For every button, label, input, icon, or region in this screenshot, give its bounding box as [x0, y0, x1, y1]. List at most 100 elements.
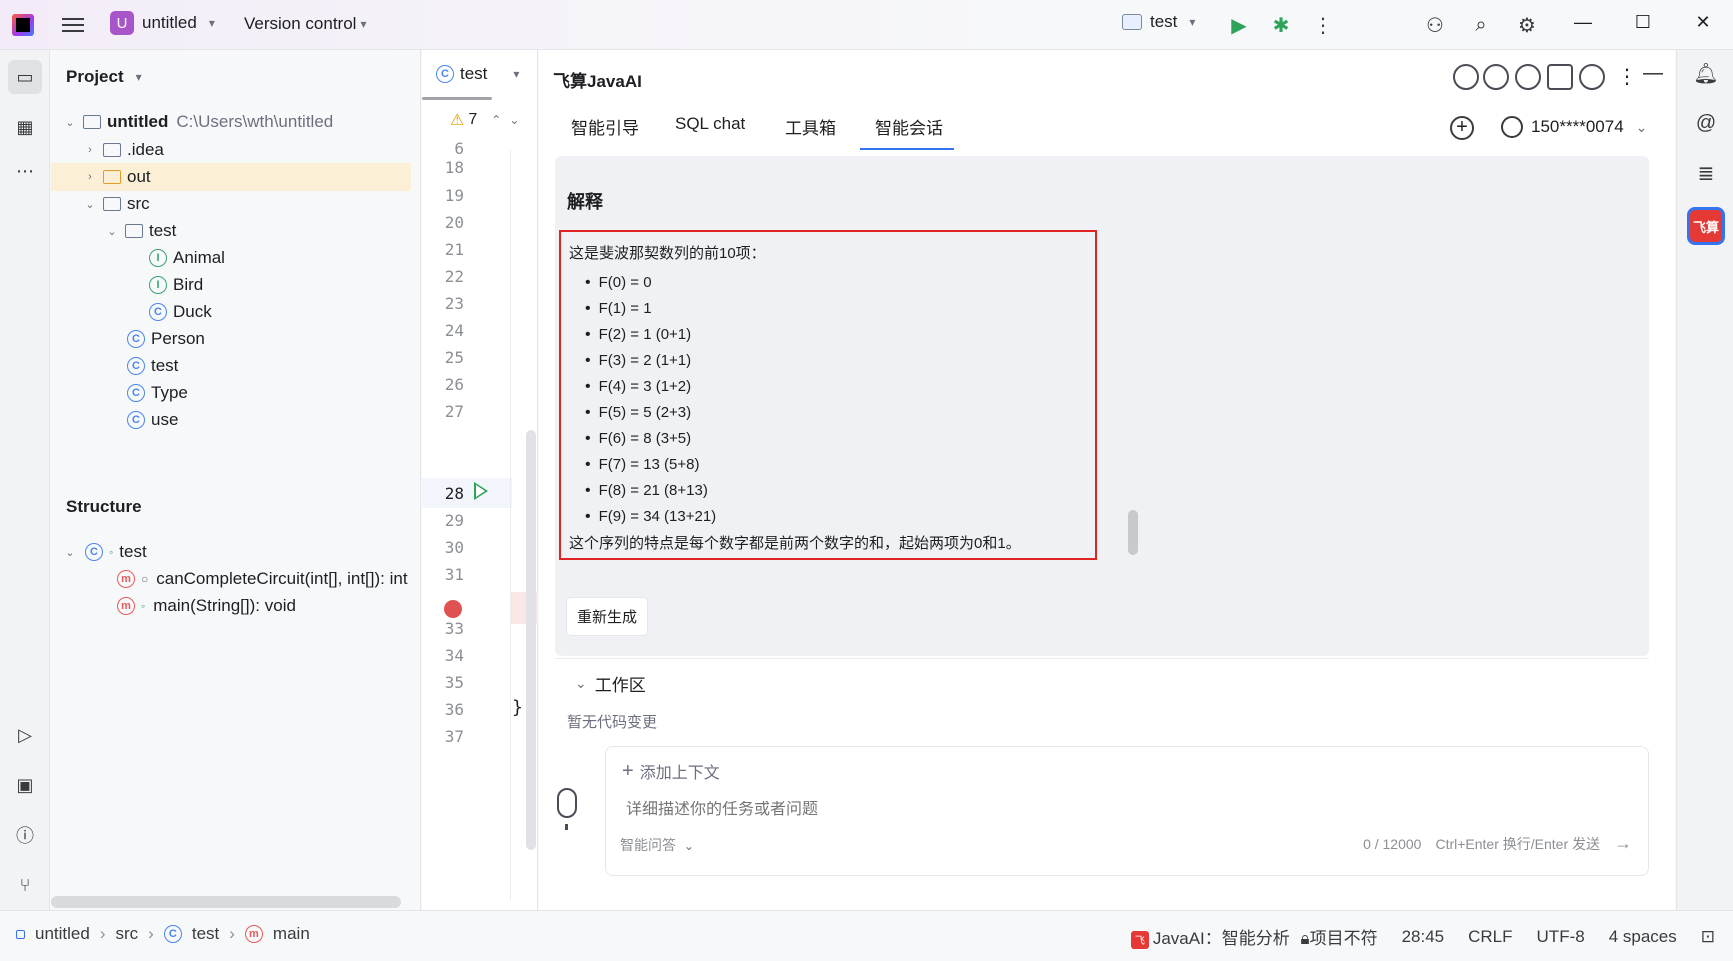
line-number: 6	[454, 139, 464, 158]
more-tools-icon[interactable]: ⋯	[8, 154, 42, 188]
tree-item-type[interactable]: C Type	[51, 379, 411, 407]
new-chat-icon[interactable]: +	[1450, 116, 1474, 140]
lock-text: 项目不符	[1309, 929, 1378, 948]
feisuan-logo-icon[interactable]: 飞算	[1687, 207, 1725, 245]
chat-scrollbar[interactable]	[1128, 510, 1138, 555]
git-branch-icon[interactable]: ⑂	[8, 868, 42, 902]
settings-icon[interactable]	[1579, 64, 1605, 90]
more-options-icon[interactable]: ⋮	[1617, 64, 1637, 89]
expand-arrow-icon[interactable]: ⌄	[63, 546, 77, 559]
run-icon[interactable]: ▶	[1224, 10, 1254, 40]
collapse-arrow-icon[interactable]: ›	[83, 171, 97, 183]
more-actions-icon[interactable]: ⋮	[1308, 10, 1338, 40]
tree-item-idea[interactable]: › .idea	[51, 136, 411, 164]
editor-scrollbar[interactable]	[526, 430, 536, 850]
tree-item-src[interactable]: ⌄ src	[51, 190, 411, 218]
tree-root[interactable]: ⌄ untitled C:\Users\wth\untitled	[51, 108, 411, 136]
readonly-lock-icon[interactable]: ⊡	[1701, 927, 1715, 947]
debug-icon[interactable]: ✱	[1266, 10, 1296, 40]
mode-selector[interactable]: 智能问答 ⌄	[620, 835, 694, 855]
notifications-bell-icon[interactable]: 🔔︎	[1689, 56, 1723, 90]
services-icon[interactable]: ▷	[8, 718, 42, 752]
tab-toolbox[interactable]: 工具箱	[785, 114, 836, 139]
caret-position[interactable]: 28:45	[1402, 927, 1445, 947]
user-account-menu[interactable]: 150****0074 ⌄	[1501, 116, 1647, 138]
help-icon[interactable]	[1515, 64, 1541, 90]
tree-item-use[interactable]: C use	[51, 406, 411, 434]
ai-assistant-swirl-icon[interactable]: @	[1689, 106, 1723, 140]
file-encoding[interactable]: UTF-8	[1537, 927, 1585, 947]
breadcrumb-item[interactable]: untitled	[35, 924, 90, 944]
workspace-toggle[interactable]: ⌄ 工作区	[571, 671, 646, 696]
project-badge: U	[110, 11, 134, 35]
tree-item-test-package[interactable]: ⌄ test	[51, 217, 411, 245]
structure-icon[interactable]: ▦	[8, 110, 42, 144]
settings-gear-icon[interactable]: ⚙	[1512, 10, 1542, 40]
tab-smart-guide[interactable]: 智能引导	[571, 114, 639, 139]
editor-pane: C test ▾ ⚠ 7 ⌃ ⌄ 6 18 19 20 21 22 23 24 …	[422, 50, 538, 910]
tab-sql-chat[interactable]: SQL chat	[675, 114, 745, 134]
history-icon[interactable]	[1483, 64, 1509, 90]
add-user-icon[interactable]: ⚇	[1420, 10, 1450, 40]
chevron-down-icon[interactable]: ▾	[513, 67, 519, 81]
minimize-icon[interactable]: —	[1568, 12, 1598, 33]
code-closing-brace: }	[512, 697, 523, 718]
expand-arrow-icon[interactable]: ⌄	[105, 225, 119, 238]
database-icon[interactable]: ≣	[1689, 156, 1723, 190]
breadcrumb-item[interactable]: main	[273, 924, 310, 944]
terminal-icon[interactable]: ▣	[8, 768, 42, 802]
structure-member[interactable]: m ◦ main(String[]): void	[51, 592, 411, 620]
structure-member[interactable]: m ○ canCompleteCircuit(int[], int[]): in…	[51, 565, 411, 593]
javaai-status[interactable]: 飞 JavaAI：智能分析 🔒︎项目不符	[1130, 924, 1378, 949]
line-separator[interactable]: CRLF	[1468, 927, 1512, 947]
editor-tab-test[interactable]: C test ▾	[436, 64, 519, 84]
breadcrumb-item[interactable]: test	[192, 924, 219, 944]
project-switcher[interactable]: U untitled ▾	[110, 11, 215, 35]
tab-smart-chat[interactable]: 智能会话	[875, 114, 943, 139]
maximize-icon[interactable]: ☐	[1628, 12, 1658, 33]
expand-arrow-icon[interactable]: ⌄	[83, 198, 97, 211]
root-path: C:\Users\wth\untitled	[176, 112, 334, 131]
project-panel-title[interactable]: Project ▾	[66, 67, 142, 87]
close-icon[interactable]: ✕	[1688, 12, 1718, 33]
hide-panel-icon[interactable]: —	[1643, 62, 1663, 85]
tree-label: Person	[151, 329, 205, 348]
tree-item-out[interactable]: › out	[51, 163, 411, 191]
version-control-menu[interactable]: Version control ▾	[244, 14, 366, 34]
search-icon[interactable]: ⌕	[1466, 10, 1496, 40]
tree-item-animal[interactable]: I Animal	[51, 244, 411, 272]
collapse-arrow-icon[interactable]: ›	[83, 144, 97, 156]
prompt-input[interactable]	[626, 801, 1426, 819]
tree-label: .idea	[127, 140, 164, 159]
tree-item-duck[interactable]: C Duck	[51, 298, 411, 326]
horizontal-scrollbar[interactable]	[51, 896, 401, 908]
edit-icon[interactable]	[1547, 64, 1573, 90]
project-folder-icon[interactable]: ▭	[8, 60, 42, 94]
add-context-label: 添加上下文	[639, 765, 720, 782]
expand-arrow-icon[interactable]: ⌄	[63, 116, 77, 129]
tree-item-bird[interactable]: I Bird	[51, 271, 411, 299]
tree-item-person[interactable]: C Person	[51, 325, 411, 353]
run-gutter-icon[interactable]	[474, 482, 488, 500]
feisuan-small-icon: 飞	[1130, 930, 1149, 949]
structure-root[interactable]: ⌄ C ◦ test	[51, 538, 411, 566]
next-highlight-icon[interactable]: ⌄	[509, 113, 519, 127]
tree-item-test-class[interactable]: C test	[51, 352, 411, 380]
indent-setting[interactable]: 4 spaces	[1609, 927, 1677, 947]
previous-highlight-icon[interactable]: ⌃	[491, 113, 501, 127]
chevron-down-icon: ⌄	[1635, 118, 1648, 135]
list-item: F(8) = 21 (8+13)	[585, 478, 716, 504]
right-tool-strip: 🔔︎ @ ≣ 飞算	[1676, 50, 1733, 910]
add-context-button[interactable]: + 添加上下文	[622, 759, 720, 783]
breakpoint-icon[interactable]	[444, 600, 462, 618]
package-icon	[125, 224, 143, 238]
run-config-selector[interactable]: test ▾	[1122, 12, 1195, 32]
send-arrow-icon[interactable]: →	[1614, 833, 1632, 854]
ai-brain-icon[interactable]	[1453, 64, 1479, 90]
problems-icon[interactable]: ⓘ	[8, 818, 42, 852]
breadcrumb-item[interactable]: src	[116, 924, 139, 944]
inspection-widget[interactable]: ⚠ 7 ⌃ ⌄	[450, 110, 519, 130]
regenerate-button[interactable]: 重新生成	[567, 598, 648, 635]
main-menu-icon[interactable]	[62, 14, 84, 34]
microphone-icon[interactable]	[557, 788, 577, 830]
